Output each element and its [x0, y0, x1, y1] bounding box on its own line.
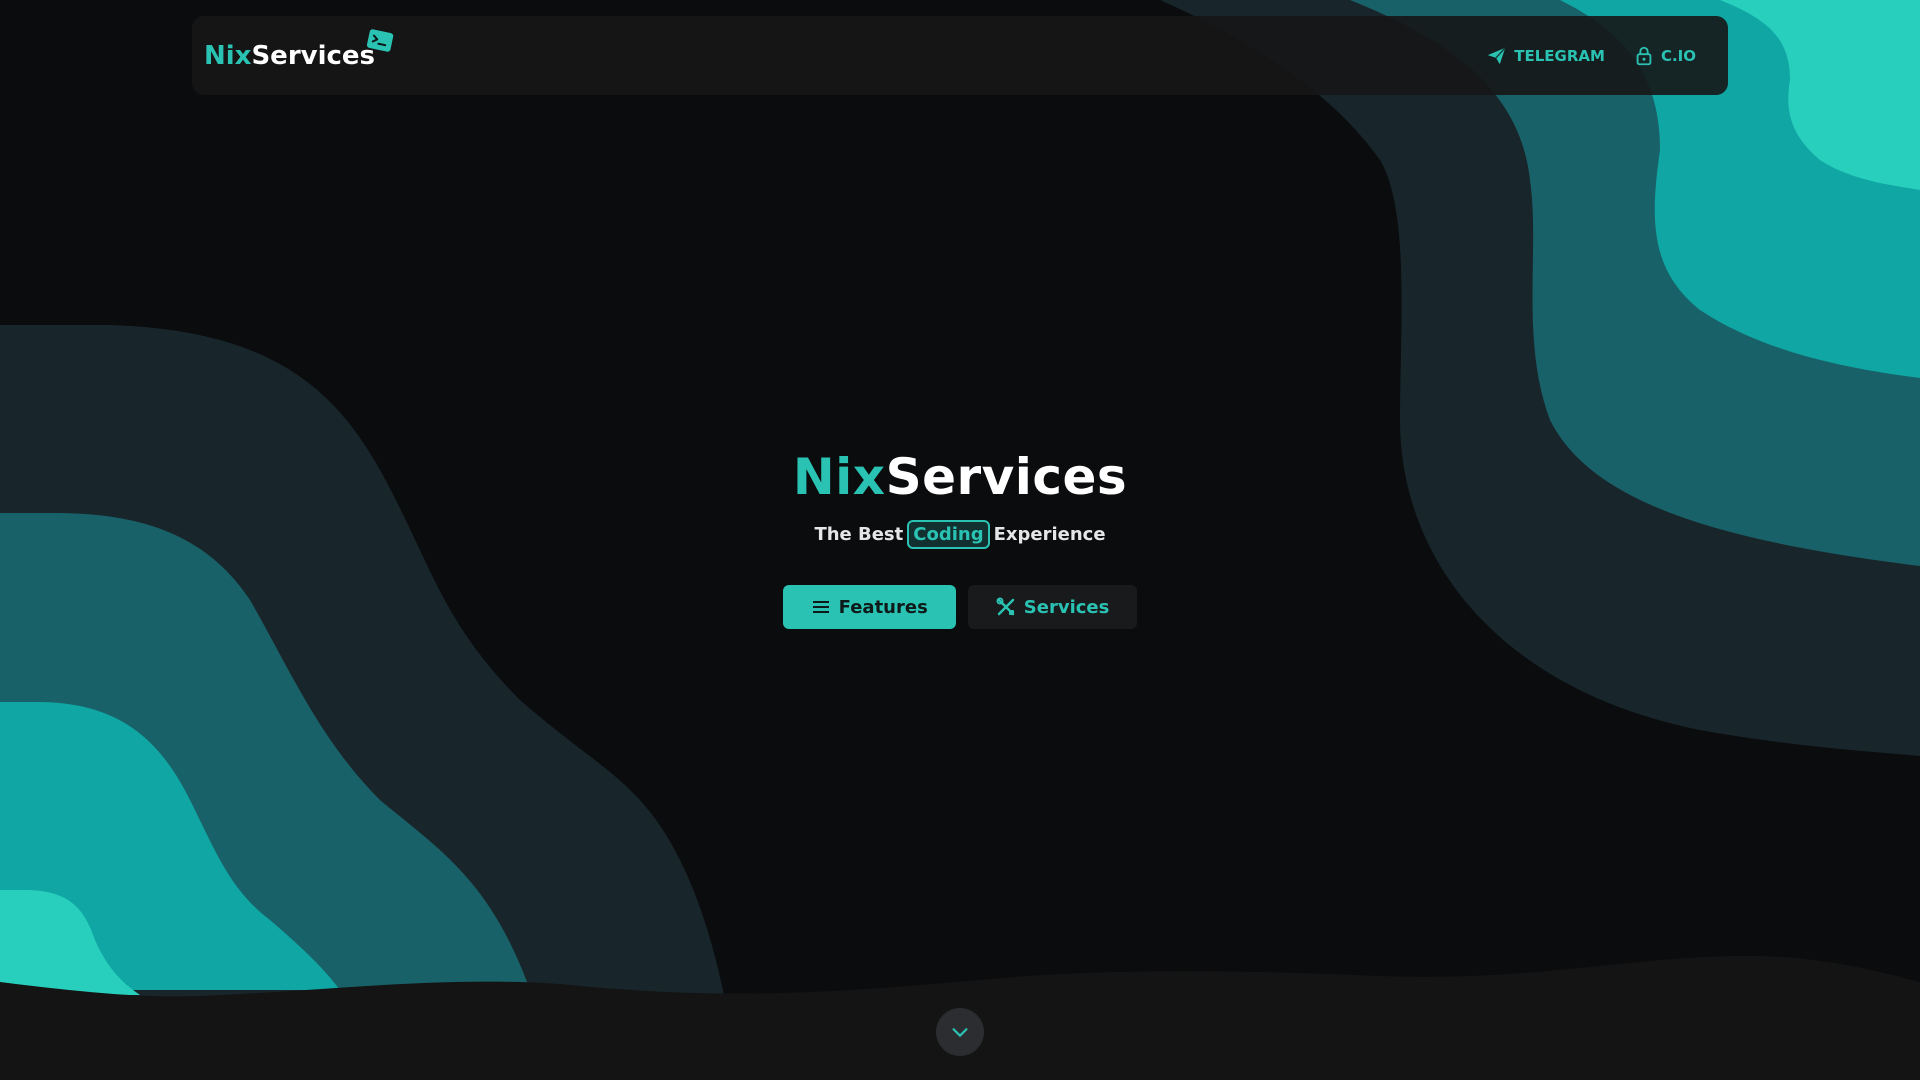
telegram-link[interactable]: TELEGRAM [1486, 45, 1605, 67]
page-title: NixServices [0, 440, 1920, 514]
paper-plane-icon [1488, 46, 1507, 64]
brand-name-main: Services [251, 40, 376, 71]
hero-subtitle: The Best Coding Experience [0, 520, 1920, 549]
tools-icon [996, 597, 1015, 616]
hero-buttons: Features Services [0, 585, 1920, 629]
scroll-down-button[interactable] [936, 1008, 984, 1056]
brand-logo[interactable]: Nix Services [204, 28, 394, 71]
nav-links: TELEGRAM C.IO [1486, 45, 1696, 67]
title-main: Services [885, 448, 1128, 506]
menu-lines-icon [812, 601, 829, 613]
subtitle-before: The Best [814, 524, 904, 545]
telegram-link-label: TELEGRAM [1514, 46, 1605, 65]
terminal-icon [366, 28, 394, 52]
features-button[interactable]: Features [782, 585, 956, 629]
subtitle-highlight: Coding [907, 520, 990, 549]
subtitle-after: Experience [993, 524, 1106, 545]
hero-section: NixServices The Best Coding Experience F… [0, 440, 1920, 629]
services-button-label: Services [1023, 596, 1110, 618]
brand-name-accent: Nix [204, 40, 252, 71]
cio-link-label: C.IO [1660, 46, 1696, 65]
services-button[interactable]: Services [967, 585, 1138, 629]
title-accent: Nix [792, 448, 886, 506]
lock-icon [1636, 46, 1652, 65]
features-button-label: Features [838, 596, 928, 618]
top-navbar: Nix Services TELEGRAM C.IO [192, 16, 1728, 95]
cio-link[interactable]: C.IO [1633, 45, 1696, 67]
chevron-down-icon [952, 1028, 968, 1037]
